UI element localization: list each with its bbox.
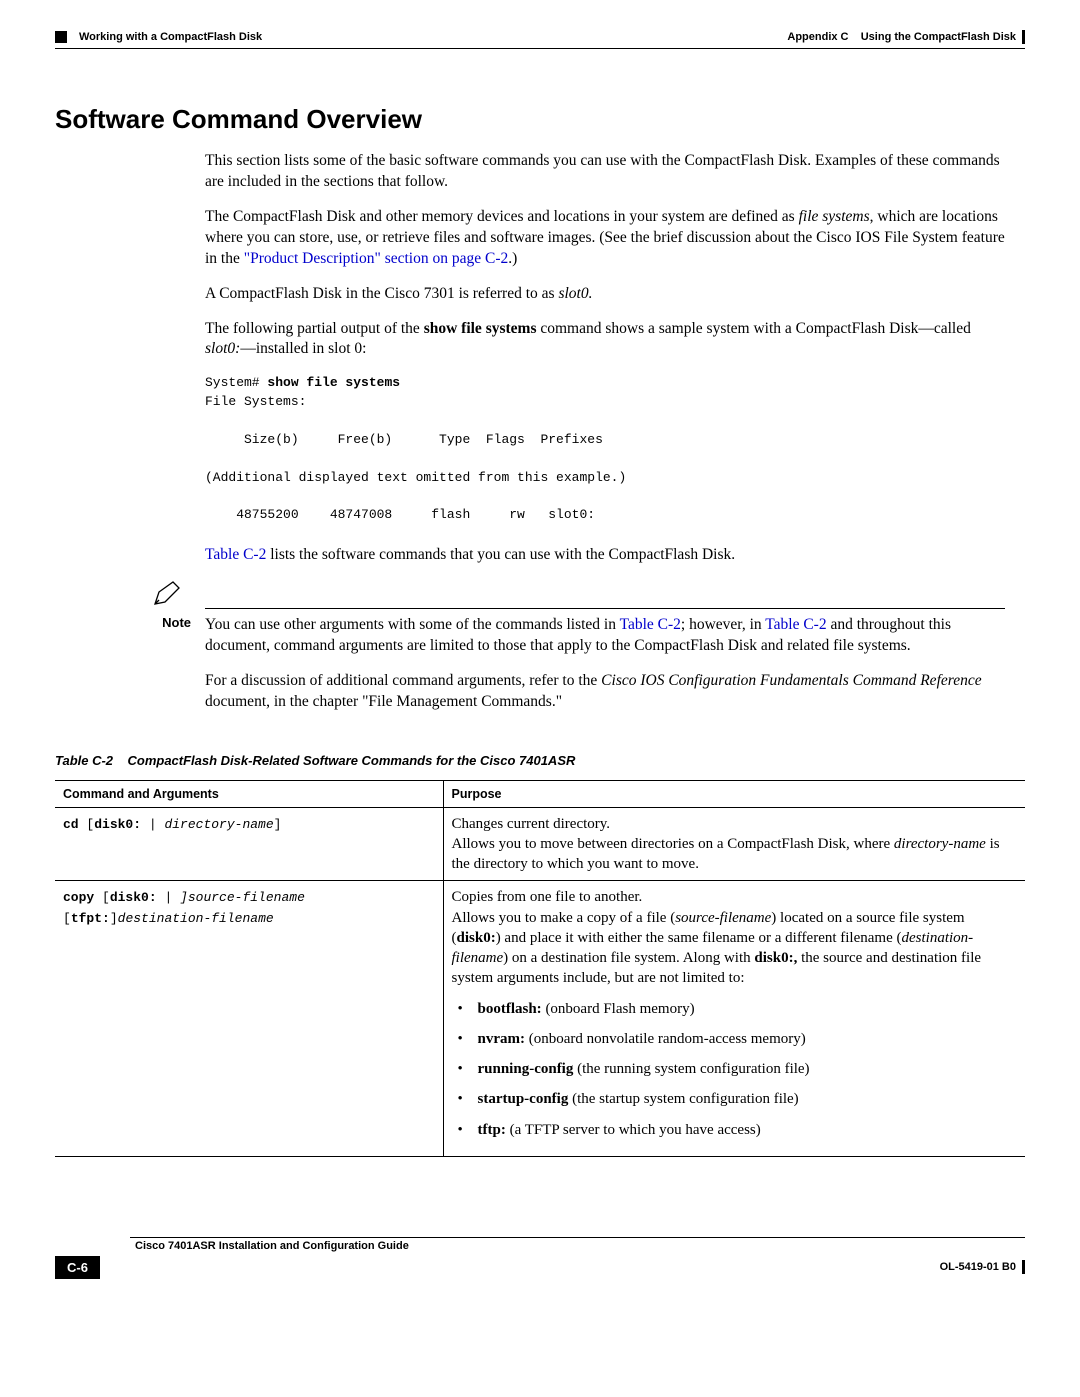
table-row: copy [disk0: | ]source-filename [tfpt:]d… <box>55 881 1025 1157</box>
table-header: Purpose <box>443 780 1025 807</box>
header-bar-icon <box>1022 30 1025 44</box>
table-header: Command and Arguments <box>55 780 443 807</box>
list-item: nvram: (onboard nonvolatile random-acces… <box>470 1029 1018 1049</box>
list-item: bootflash: (onboard Flash memory) <box>470 999 1018 1019</box>
list-item: running-config (the running system confi… <box>470 1059 1018 1079</box>
table-header-row: Command and Arguments Purpose <box>55 780 1025 807</box>
console-output: System# show file systems File Systems: … <box>205 374 1005 525</box>
running-header: Working with a CompactFlash Disk Appendi… <box>55 30 1025 44</box>
destination-list: bootflash: (onboard Flash memory) nvram:… <box>452 999 1018 1140</box>
page-footer: Cisco 7401ASR Installation and Configura… <box>55 1237 1025 1279</box>
xref-link[interactable]: Table C-2 <box>620 616 681 633</box>
command-cell: cd [disk0: | directory-name] <box>55 807 443 881</box>
header-section-path: Working with a CompactFlash Disk <box>79 31 262 43</box>
purpose-cell: Copies from one file to another. Allows … <box>443 881 1025 1157</box>
paragraph: For a discussion of additional command a… <box>205 671 1005 713</box>
header-rule <box>55 48 1025 49</box>
header-square-marker <box>55 31 67 43</box>
command-cell: copy [disk0: | ]source-filename [tfpt:]d… <box>55 881 443 1157</box>
commands-table: Command and Arguments Purpose cd [disk0:… <box>55 780 1025 1157</box>
pencil-icon <box>153 580 183 606</box>
list-item: startup-config (the startup system confi… <box>470 1089 1018 1109</box>
note-label: Note <box>162 615 205 630</box>
footer-bar-icon <box>1022 1260 1025 1274</box>
footer-guide-title: Cisco 7401ASR Installation and Configura… <box>135 1240 1025 1252</box>
xref-link[interactable]: Table C-2 <box>205 546 266 563</box>
table-caption: Table C-2 CompactFlash Disk-Related Soft… <box>55 753 1025 768</box>
purpose-cell: Changes current directory. Allows you to… <box>443 807 1025 881</box>
note-block: Note You can use other arguments with so… <box>55 580 1025 671</box>
page-number: C-6 <box>55 1256 100 1279</box>
xref-link[interactable]: Table C-2 <box>765 616 826 633</box>
table-row: cd [disk0: | directory-name] Changes cur… <box>55 807 1025 881</box>
paragraph: Table C-2 lists the software commands th… <box>205 545 1005 566</box>
paragraph: The following partial output of the show… <box>205 319 1005 361</box>
section-heading: Software Command Overview <box>55 104 1025 135</box>
note-text: You can use other arguments with some of… <box>205 615 1005 671</box>
paragraph: The CompactFlash Disk and other memory d… <box>205 207 1005 270</box>
paragraph: A CompactFlash Disk in the Cisco 7301 is… <box>205 284 1005 305</box>
list-item: tftp: (a TFTP server to which you have a… <box>470 1120 1018 1140</box>
footer-doc-id: OL-5419-01 B0 <box>940 1261 1016 1273</box>
paragraph: This section lists some of the basic sof… <box>205 151 1005 193</box>
xref-link[interactable]: "Product Description" section on page C-… <box>244 250 508 267</box>
header-appendix: Appendix C Using the CompactFlash Disk <box>787 30 1025 44</box>
